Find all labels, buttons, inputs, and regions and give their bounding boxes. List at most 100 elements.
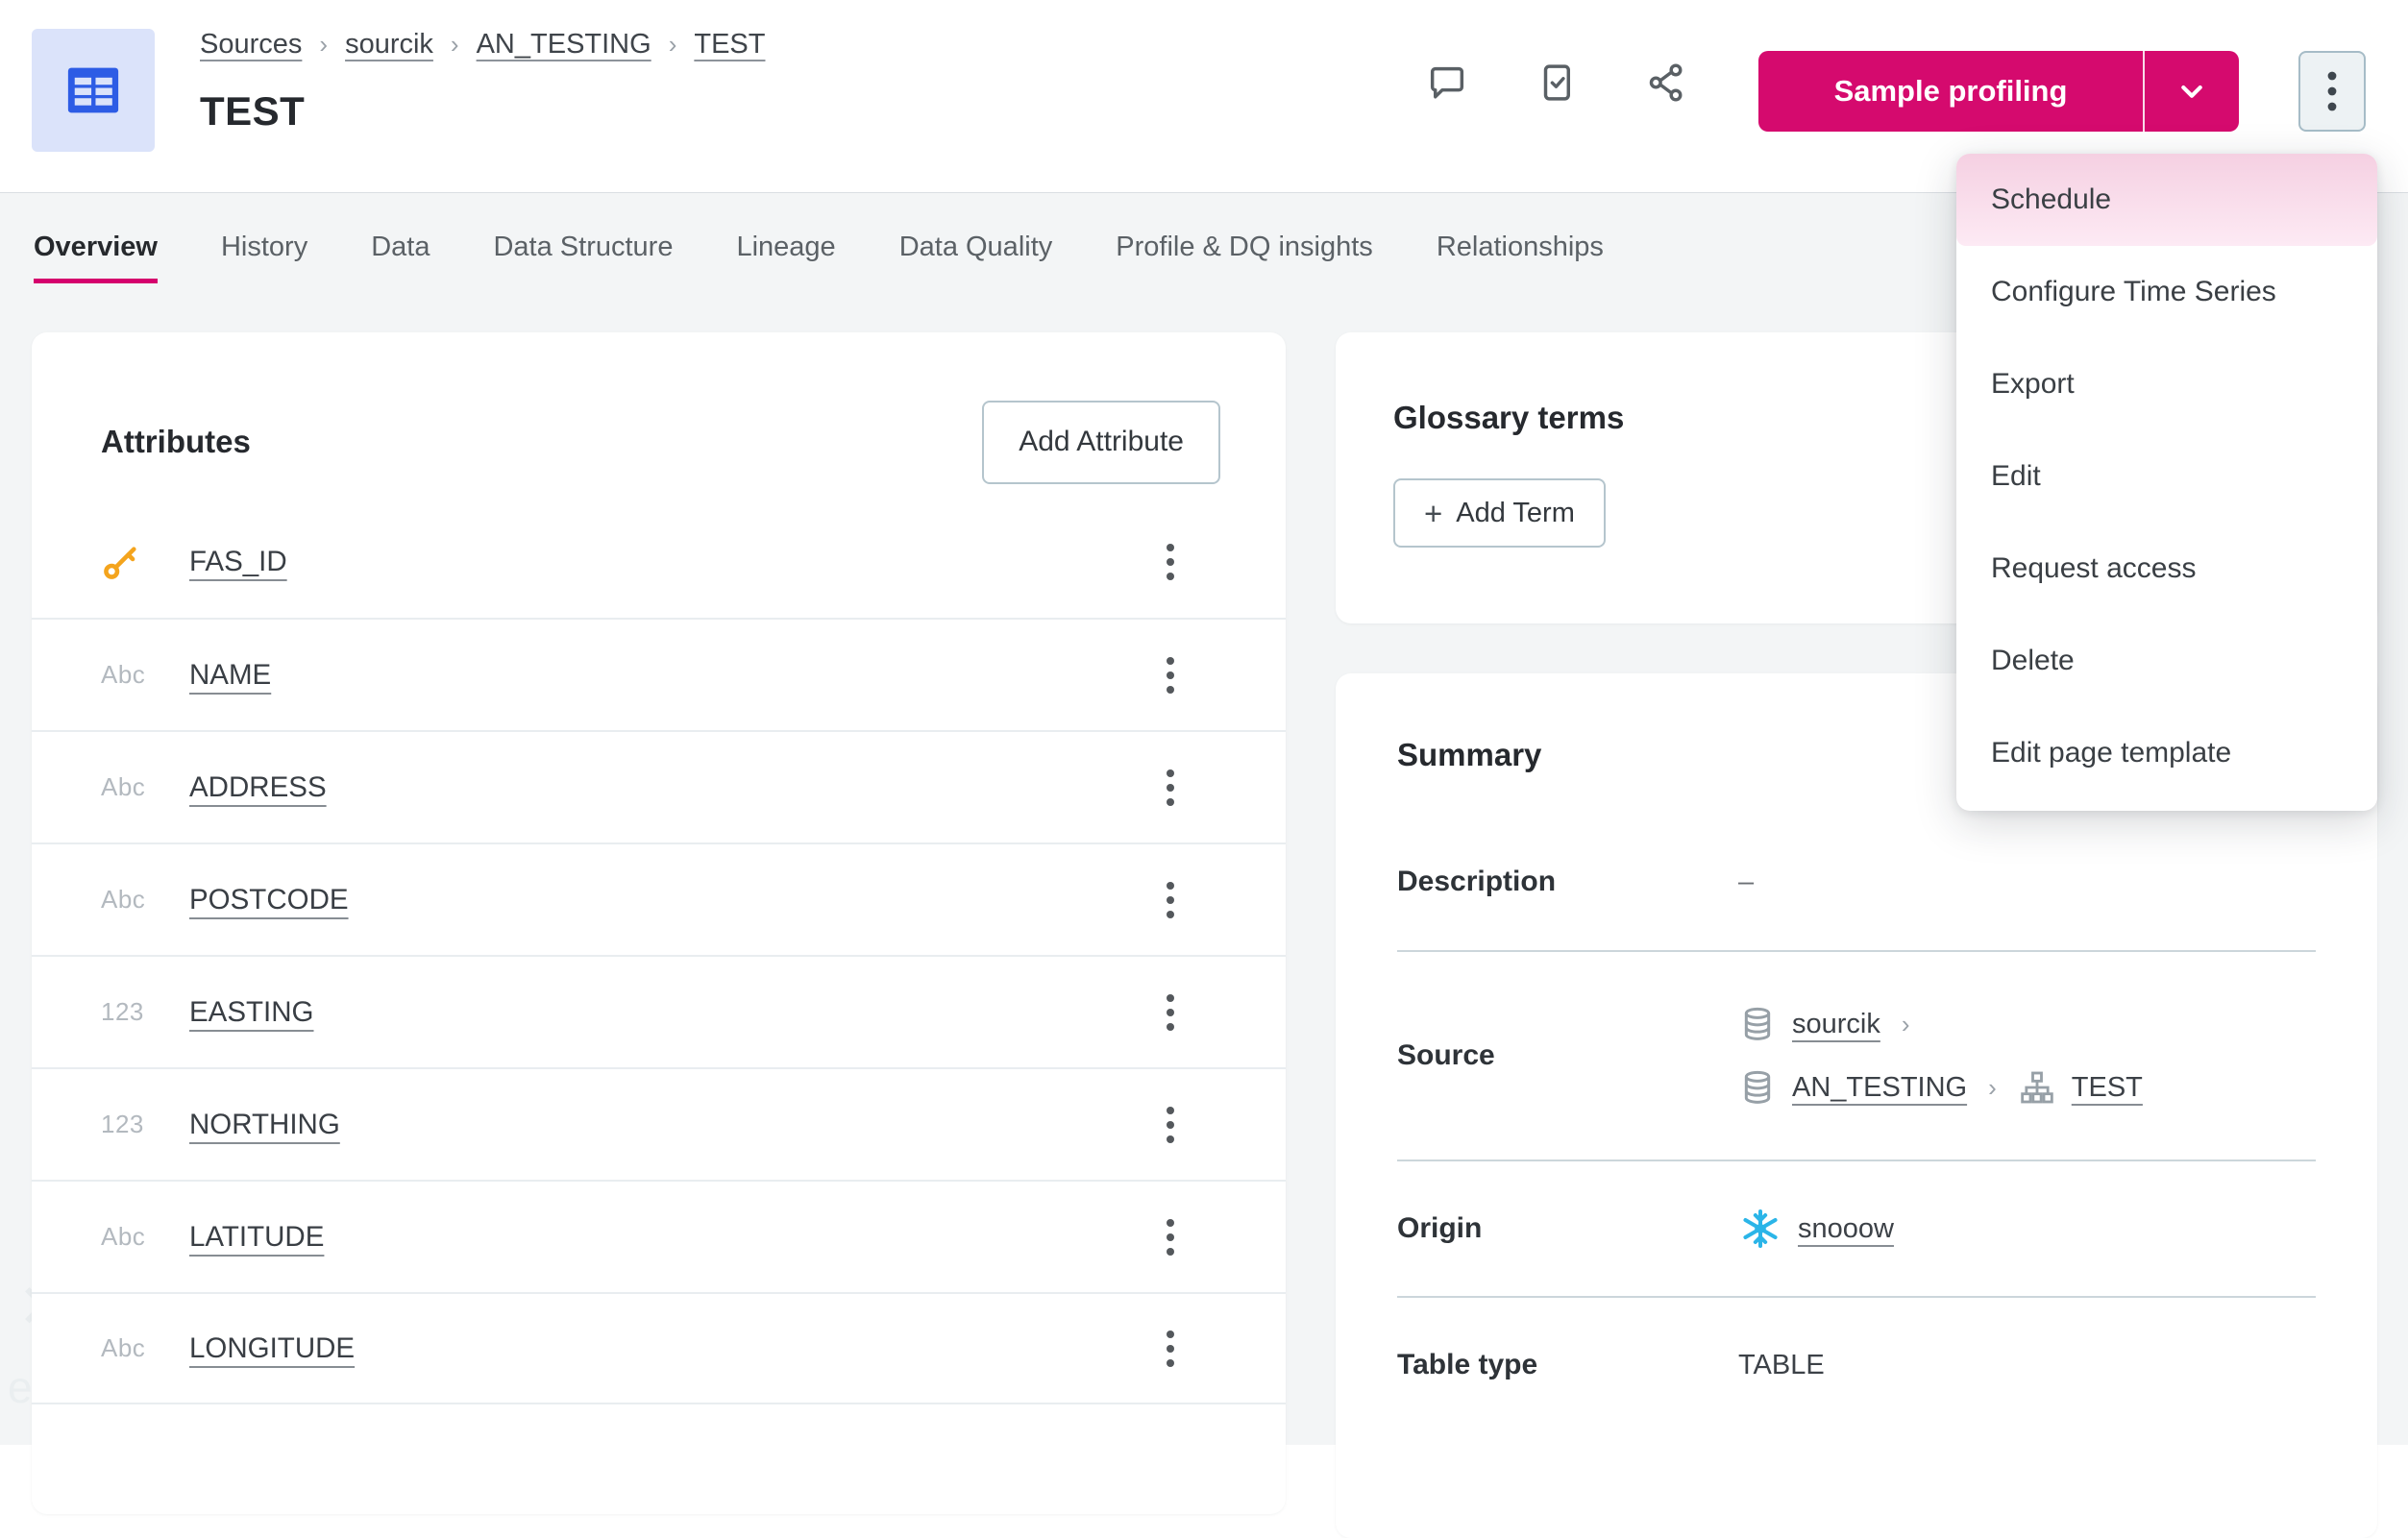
attribute-row: Abc NAME: [32, 618, 1286, 730]
attribute-type-badge: Abc: [101, 1333, 145, 1363]
table-link[interactable]: TEST: [2072, 1072, 2143, 1104]
attribute-menu-button[interactable]: [1151, 541, 1190, 583]
menu-item[interactable]: Edit: [1956, 430, 2377, 523]
tab-label: Relationships: [1437, 232, 1604, 262]
share-button[interactable]: [1641, 58, 1691, 108]
chevron-down-icon: [2174, 73, 2210, 110]
attribute-row: Abc POSTCODE: [32, 842, 1286, 955]
table-icon: [61, 59, 125, 122]
menu-item[interactable]: Edit page template: [1956, 707, 2377, 799]
tab-label: Data Quality: [899, 232, 1053, 262]
attribute-link[interactable]: ADDRESS: [189, 771, 327, 804]
attribute-row: FAS_ID: [32, 505, 1286, 618]
plus-icon: +: [1424, 498, 1442, 529]
attribute-type-badge: Abc: [101, 885, 145, 915]
tab-item[interactable]: Data Structure: [493, 232, 673, 283]
chevron-right-icon: ›: [1988, 1073, 1997, 1103]
menu-item[interactable]: Configure Time Series: [1956, 246, 2377, 338]
add-term-button[interactable]: + Add Term: [1393, 478, 1606, 548]
attribute-row: Abc ADDRESS: [32, 730, 1286, 842]
menu-item[interactable]: Delete: [1956, 615, 2377, 707]
attribute-link[interactable]: NAME: [189, 659, 271, 692]
comments-button[interactable]: [1422, 58, 1472, 108]
tab-item[interactable]: Overview: [34, 232, 158, 283]
checkbox-icon: [1535, 61, 1579, 105]
source-link[interactable]: sourcik: [1792, 1009, 1880, 1040]
kebab-menu-icon: [1166, 1216, 1175, 1258]
attribute-menu-button[interactable]: [1151, 654, 1190, 696]
attribute-row: Abc LATITUDE: [32, 1180, 1286, 1292]
description-value: –: [1738, 867, 1754, 898]
attribute-link[interactable]: LONGITUDE: [189, 1332, 355, 1365]
attribute-menu-button[interactable]: [1151, 1104, 1190, 1146]
breadcrumb-separator-icon: ›: [319, 30, 328, 60]
summary-row-source: Source sourcik ›: [1397, 950, 2316, 1160]
origin-link[interactable]: snooow: [1798, 1213, 1894, 1245]
kebab-menu-icon: [2326, 66, 2338, 116]
attribute-type-cell: Abc: [101, 1222, 189, 1252]
attribute-type-badge: Abc: [101, 660, 145, 690]
primary-key-icon: [101, 542, 141, 582]
tasks-button[interactable]: [1532, 58, 1582, 108]
breadcrumb-link-source[interactable]: sourcik: [345, 29, 433, 61]
menu-item-label: Delete: [1991, 645, 2075, 677]
page-title: TEST: [200, 88, 305, 134]
attribute-link[interactable]: EASTING: [189, 996, 314, 1029]
tab-item[interactable]: Data: [371, 232, 430, 283]
source-line-2: AN_TESTING › TEST: [1738, 1066, 2143, 1109]
attribute-link[interactable]: POSTCODE: [189, 884, 349, 916]
tab-label: Data Structure: [493, 232, 673, 262]
source-label: Source: [1397, 1039, 1738, 1072]
kebab-menu-icon: [1166, 654, 1175, 696]
menu-item[interactable]: Schedule: [1956, 154, 2377, 246]
kebab-menu-icon: [1166, 1104, 1175, 1146]
sample-profiling-button[interactable]: Sample profiling: [1758, 51, 2143, 132]
breadcrumb: Sources › sourcik › AN_TESTING › TEST: [200, 29, 765, 61]
attribute-type-badge: 123: [101, 997, 144, 1027]
menu-item-label: Request access: [1991, 552, 2196, 585]
menu-item[interactable]: Export: [1956, 338, 2377, 430]
breadcrumb-link-table[interactable]: TEST: [694, 29, 765, 61]
tab-item[interactable]: History: [221, 232, 307, 283]
attribute-menu-button[interactable]: [1151, 767, 1190, 809]
kebab-menu-icon: [1166, 991, 1175, 1034]
breadcrumb-link-schema[interactable]: AN_TESTING: [477, 29, 651, 61]
attribute-link[interactable]: FAS_ID: [189, 546, 287, 578]
tab-label: Lineage: [736, 232, 835, 262]
attribute-type-cell: 123: [101, 1110, 189, 1139]
description-label: Description: [1397, 866, 1738, 898]
attribute-row: Abc LONGITUDE: [32, 1292, 1286, 1404]
attribute-menu-button[interactable]: [1151, 1328, 1190, 1370]
profiling-options-button[interactable]: [2145, 51, 2239, 132]
breadcrumb-separator-icon: ›: [451, 30, 459, 60]
attribute-link[interactable]: NORTHING: [189, 1109, 340, 1141]
tab-bar: Overview History Data Data Structure Lin…: [34, 232, 1604, 283]
tab-label: Data: [371, 232, 430, 262]
tab-label: Profile & DQ insights: [1116, 232, 1373, 262]
attribute-type-cell: 123: [101, 997, 189, 1027]
tab-item[interactable]: Data Quality: [899, 232, 1053, 283]
tab-item[interactable]: Profile & DQ insights: [1116, 232, 1373, 283]
attributes-heading: Attributes: [101, 424, 251, 460]
source-line-1: sourcik ›: [1738, 1003, 2143, 1045]
attribute-row: 123 NORTHING: [32, 1067, 1286, 1180]
tab-item[interactable]: Relationships: [1437, 232, 1604, 283]
breadcrumb-link-sources[interactable]: Sources: [200, 29, 302, 61]
summary-row-description: Description –: [1397, 814, 2316, 950]
menu-item[interactable]: Request access: [1956, 523, 2377, 615]
breadcrumb-separator-icon: ›: [669, 30, 677, 60]
attribute-row: 123 EASTING: [32, 955, 1286, 1067]
attribute-menu-button[interactable]: [1151, 879, 1190, 921]
table-type-label: Table type: [1397, 1349, 1738, 1381]
attribute-menu-button[interactable]: [1151, 991, 1190, 1034]
tab-item[interactable]: Lineage: [736, 232, 835, 283]
attributes-list: FAS_ID Abc NAME Abc: [32, 505, 1286, 1404]
sample-profiling-split-button: Sample profiling: [1758, 51, 2239, 132]
schema-link[interactable]: AN_TESTING: [1792, 1072, 1967, 1104]
attribute-link[interactable]: LATITUDE: [189, 1221, 324, 1254]
more-actions-button[interactable]: [2298, 51, 2366, 132]
attribute-menu-button[interactable]: [1151, 1216, 1190, 1258]
kebab-menu-icon: [1166, 541, 1175, 583]
add-attribute-button[interactable]: Add Attribute: [982, 401, 1220, 484]
table-entity-icon: [32, 29, 155, 152]
